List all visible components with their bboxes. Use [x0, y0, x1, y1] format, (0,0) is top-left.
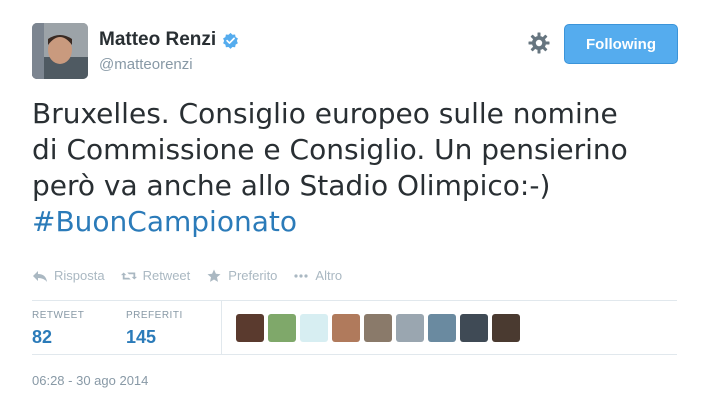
user-name-row: Matteo Renzi	[99, 29, 239, 51]
tweet-line: Bruxelles. Consiglio europeo sulle nomin…	[32, 97, 618, 130]
tweet-text: Bruxelles. Consiglio europeo sulle nomin…	[32, 96, 692, 240]
retweet-label: Retweet	[142, 268, 191, 283]
retweet-stat-label: RETWEET	[32, 310, 85, 321]
tweet-timestamp[interactable]: 06:28 - 30 ago 2014	[32, 373, 148, 388]
favorites-count: 145	[126, 327, 157, 347]
favorite-label: Preferito	[228, 268, 278, 283]
avatar[interactable]	[32, 23, 88, 79]
retweet-count: 82	[32, 327, 53, 347]
favoriter-avatar[interactable]	[460, 314, 488, 342]
favorites-stat[interactable]: PREFERITI 145	[126, 310, 183, 348]
retweet-action[interactable]: Retweet	[120, 268, 191, 283]
gear-icon[interactable]	[527, 31, 551, 55]
favoriter-avatar[interactable]	[364, 314, 392, 342]
divider	[32, 300, 677, 301]
favorite-action[interactable]: Preferito	[206, 268, 277, 283]
divider	[32, 354, 677, 355]
more-label: Altro	[315, 268, 343, 283]
reply-action[interactable]: Risposta	[32, 268, 105, 283]
more-action[interactable]: Altro	[293, 268, 342, 283]
verified-badge-icon	[223, 32, 239, 49]
favoriter-avatar[interactable]	[300, 314, 328, 342]
reply-icon	[33, 270, 47, 282]
more-dots-icon	[294, 273, 309, 278]
retweet-stat[interactable]: RETWEET 82	[32, 310, 84, 348]
tweet-line: di Commissione e Consiglio. Un pensierin…	[32, 133, 628, 166]
favoriter-avatar[interactable]	[268, 314, 296, 342]
stats-separator	[221, 300, 222, 354]
favoriter-avatar[interactable]	[396, 314, 424, 342]
retweet-icon	[120, 271, 137, 280]
favorites-stat-label: PREFERITI	[126, 310, 183, 321]
tweet-actions: Risposta Retweet Preferito Altro	[32, 268, 342, 283]
user-full-name[interactable]: Matteo Renzi	[99, 29, 216, 51]
star-icon	[207, 269, 221, 282]
tweet-line: però va anche allo Stadio Olimpico:-)	[32, 169, 551, 202]
reply-label: Risposta	[54, 268, 105, 283]
favoriter-avatar[interactable]	[332, 314, 360, 342]
favoriter-avatar[interactable]	[492, 314, 520, 342]
favoriter-avatar[interactable]	[428, 314, 456, 342]
following-button[interactable]: Following	[564, 24, 678, 64]
favoriter-avatar[interactable]	[236, 314, 264, 342]
hashtag-link[interactable]: #BuonCampionato	[32, 204, 692, 240]
favoriter-avatars	[236, 314, 520, 342]
avatar-photo	[32, 23, 88, 79]
user-handle[interactable]: @matteorenzi	[99, 56, 193, 73]
